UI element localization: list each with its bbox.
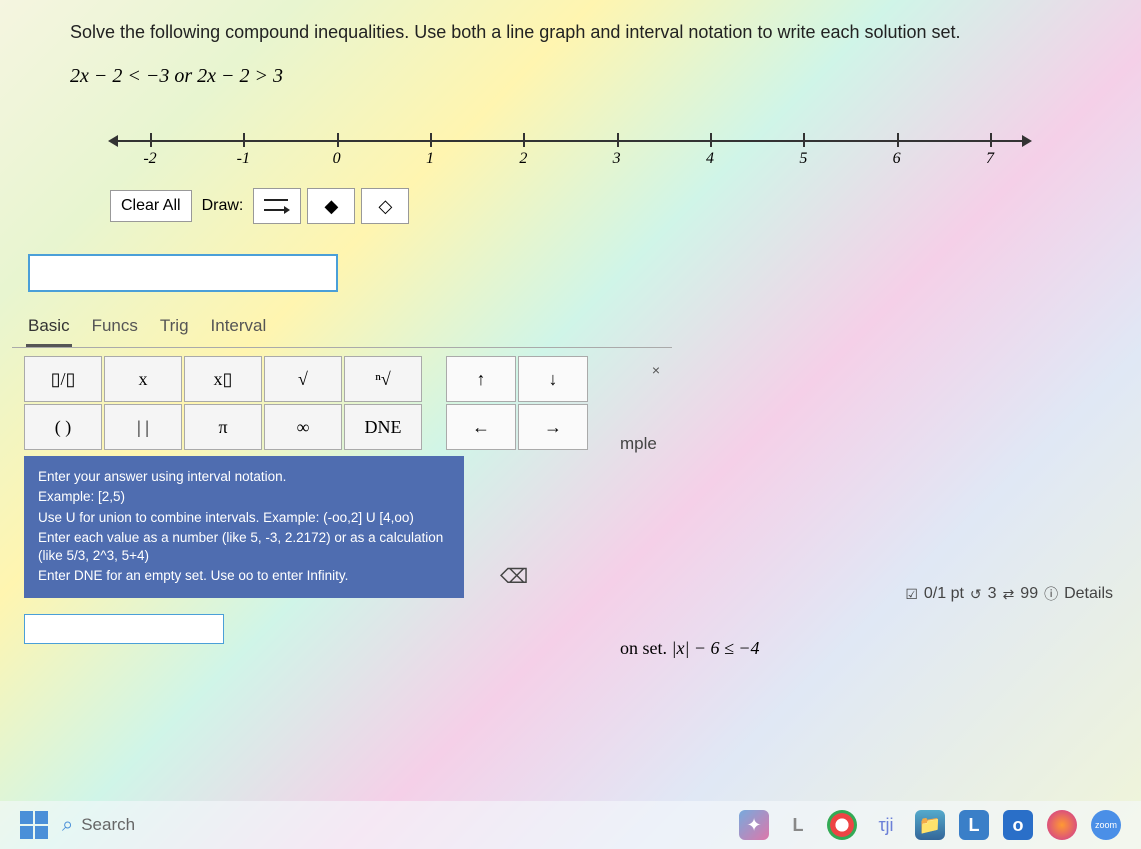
key-up[interactable]: ↑	[446, 356, 516, 402]
help-line-3: Use U for union to combine intervals. Ex…	[38, 509, 450, 527]
tick-label: 0	[333, 150, 341, 168]
windows-taskbar: ⌕ Search ✦ L τji 📁 L o zoom	[0, 801, 1141, 849]
partial-problem-text: on set. |x| − 6 ≤ −4	[620, 638, 760, 659]
help-line-2: Example: [2,5)	[38, 488, 450, 506]
key-nth-root[interactable]: ⁿ√	[344, 356, 422, 402]
tick-mark	[337, 133, 339, 147]
tick-label: 7	[986, 150, 994, 168]
check-icon: ☑	[905, 586, 918, 603]
tick-mark	[430, 133, 432, 147]
key-subscript[interactable]: x▯	[184, 356, 262, 402]
clear-all-button[interactable]: Clear All	[110, 190, 192, 222]
key-right[interactable]: →	[518, 404, 588, 450]
onset-math: |x| − 6 ≤ −4	[672, 638, 760, 658]
start-button[interactable]	[20, 811, 48, 839]
help-line-1: Enter your answer using interval notatio…	[38, 468, 450, 486]
tick-mark	[803, 133, 805, 147]
tick-label: 6	[893, 150, 901, 168]
details-link[interactable]: Details	[1064, 585, 1113, 603]
tick-label: 2	[519, 150, 527, 168]
tab-funcs[interactable]: Funcs	[90, 312, 140, 347]
taskbar-zoom-icon[interactable]: zoom	[1091, 810, 1121, 840]
points-bar: ☑ 0/1 pt ↺ 3 ⇄ 99 ⓘ Details	[905, 584, 1113, 604]
draw-toolbar: Clear All Draw: ◆ ◇	[110, 188, 1071, 224]
tick-label: 1	[426, 150, 434, 168]
tab-basic[interactable]: Basic	[26, 312, 72, 347]
taskbar-explorer-icon[interactable]: 📁	[915, 810, 945, 840]
help-tooltip: Enter your answer using interval notatio…	[24, 456, 464, 597]
secondary-answer-input[interactable]	[24, 614, 224, 644]
key-abs[interactable]: | |	[104, 404, 182, 450]
tick-mark	[523, 133, 525, 147]
tick-mark	[150, 133, 152, 147]
number-line[interactable]: -2 -1 0 1 2 3 4 5 6 7	[110, 128, 1030, 168]
closed-dot-icon: ◆	[324, 196, 338, 217]
key-left[interactable]: ←	[446, 404, 516, 450]
partial-text-mple: mple	[620, 434, 657, 454]
question-instructions: Solve the following compound inequalitie…	[70, 20, 1071, 45]
key-down[interactable]: ↓	[518, 356, 588, 402]
close-keyboard-button[interactable]: ×	[648, 358, 664, 382]
points-text: 0/1 pt	[924, 585, 964, 603]
key-pi[interactable]: π	[184, 404, 262, 450]
ray-icon	[260, 196, 294, 216]
taskbar-copilot-icon[interactable]: ✦	[739, 810, 769, 840]
key-dne[interactable]: DNE	[344, 404, 422, 450]
keyboard-tabs: Basic Funcs Trig Interval	[12, 304, 672, 348]
tick-label: 4	[706, 150, 714, 168]
draw-ray-button[interactable]	[253, 188, 301, 224]
tick-mark	[897, 133, 899, 147]
tick-mark	[243, 133, 245, 147]
retry-count: 3	[988, 585, 997, 603]
search-placeholder: Search	[81, 815, 135, 835]
draw-open-point-button[interactable]: ◇	[361, 188, 409, 224]
taskbar-teams-icon[interactable]: τji	[871, 810, 901, 840]
tick-label: 3	[613, 150, 621, 168]
tick-label: -1	[237, 150, 250, 168]
key-parens[interactable]: ( )	[24, 404, 102, 450]
onset-prefix: on set.	[620, 638, 667, 658]
tick-mark	[617, 133, 619, 147]
key-backspace[interactable]: ⌫	[500, 564, 528, 589]
tick-mark	[990, 133, 992, 147]
taskbar-firefox-icon[interactable]	[1047, 810, 1077, 840]
key-infinity[interactable]: ∞	[264, 404, 342, 450]
draw-closed-point-button[interactable]: ◆	[307, 188, 355, 224]
tick-mark	[710, 133, 712, 147]
help-line-5: Enter DNE for an empty set. Use oo to en…	[38, 567, 450, 585]
taskbar-outlook-icon[interactable]: o	[1003, 810, 1033, 840]
number-line-container: -2 -1 0 1 2 3 4 5 6 7	[110, 128, 1071, 168]
tab-trig[interactable]: Trig	[158, 312, 191, 347]
key-x[interactable]: x	[104, 356, 182, 402]
key-fraction[interactable]: ▯/▯	[24, 356, 102, 402]
axis-line	[110, 140, 1030, 142]
math-keyboard: Basic Funcs Trig Interval × ▯/▯ x x▯ √ ⁿ…	[12, 304, 672, 454]
taskbar-app-l-icon[interactable]: L	[783, 810, 813, 840]
answer-input[interactable]	[28, 254, 338, 292]
key-sqrt[interactable]: √	[264, 356, 342, 402]
info-icon: ⓘ	[1044, 584, 1058, 604]
attempts-icon: ⇄	[1003, 586, 1015, 603]
draw-label: Draw:	[198, 191, 248, 221]
inequality-expression: 2x − 2 < −3 or 2x − 2 > 3	[70, 65, 1071, 88]
taskbar-app-blue-l-icon[interactable]: L	[959, 810, 989, 840]
open-dot-icon: ◇	[378, 196, 392, 217]
retry-icon: ↺	[970, 586, 982, 603]
help-line-4: Enter each value as a number (like 5, -3…	[38, 529, 450, 565]
search-icon: ⌕	[62, 814, 73, 837]
tick-label: 5	[799, 150, 807, 168]
arrow-right-icon	[1022, 135, 1032, 147]
attempts-count: 99	[1020, 585, 1038, 603]
taskbar-chrome-icon[interactable]	[827, 810, 857, 840]
taskbar-search[interactable]: ⌕ Search	[62, 814, 322, 837]
tick-label: -2	[143, 150, 156, 168]
tab-interval[interactable]: Interval	[209, 312, 269, 347]
